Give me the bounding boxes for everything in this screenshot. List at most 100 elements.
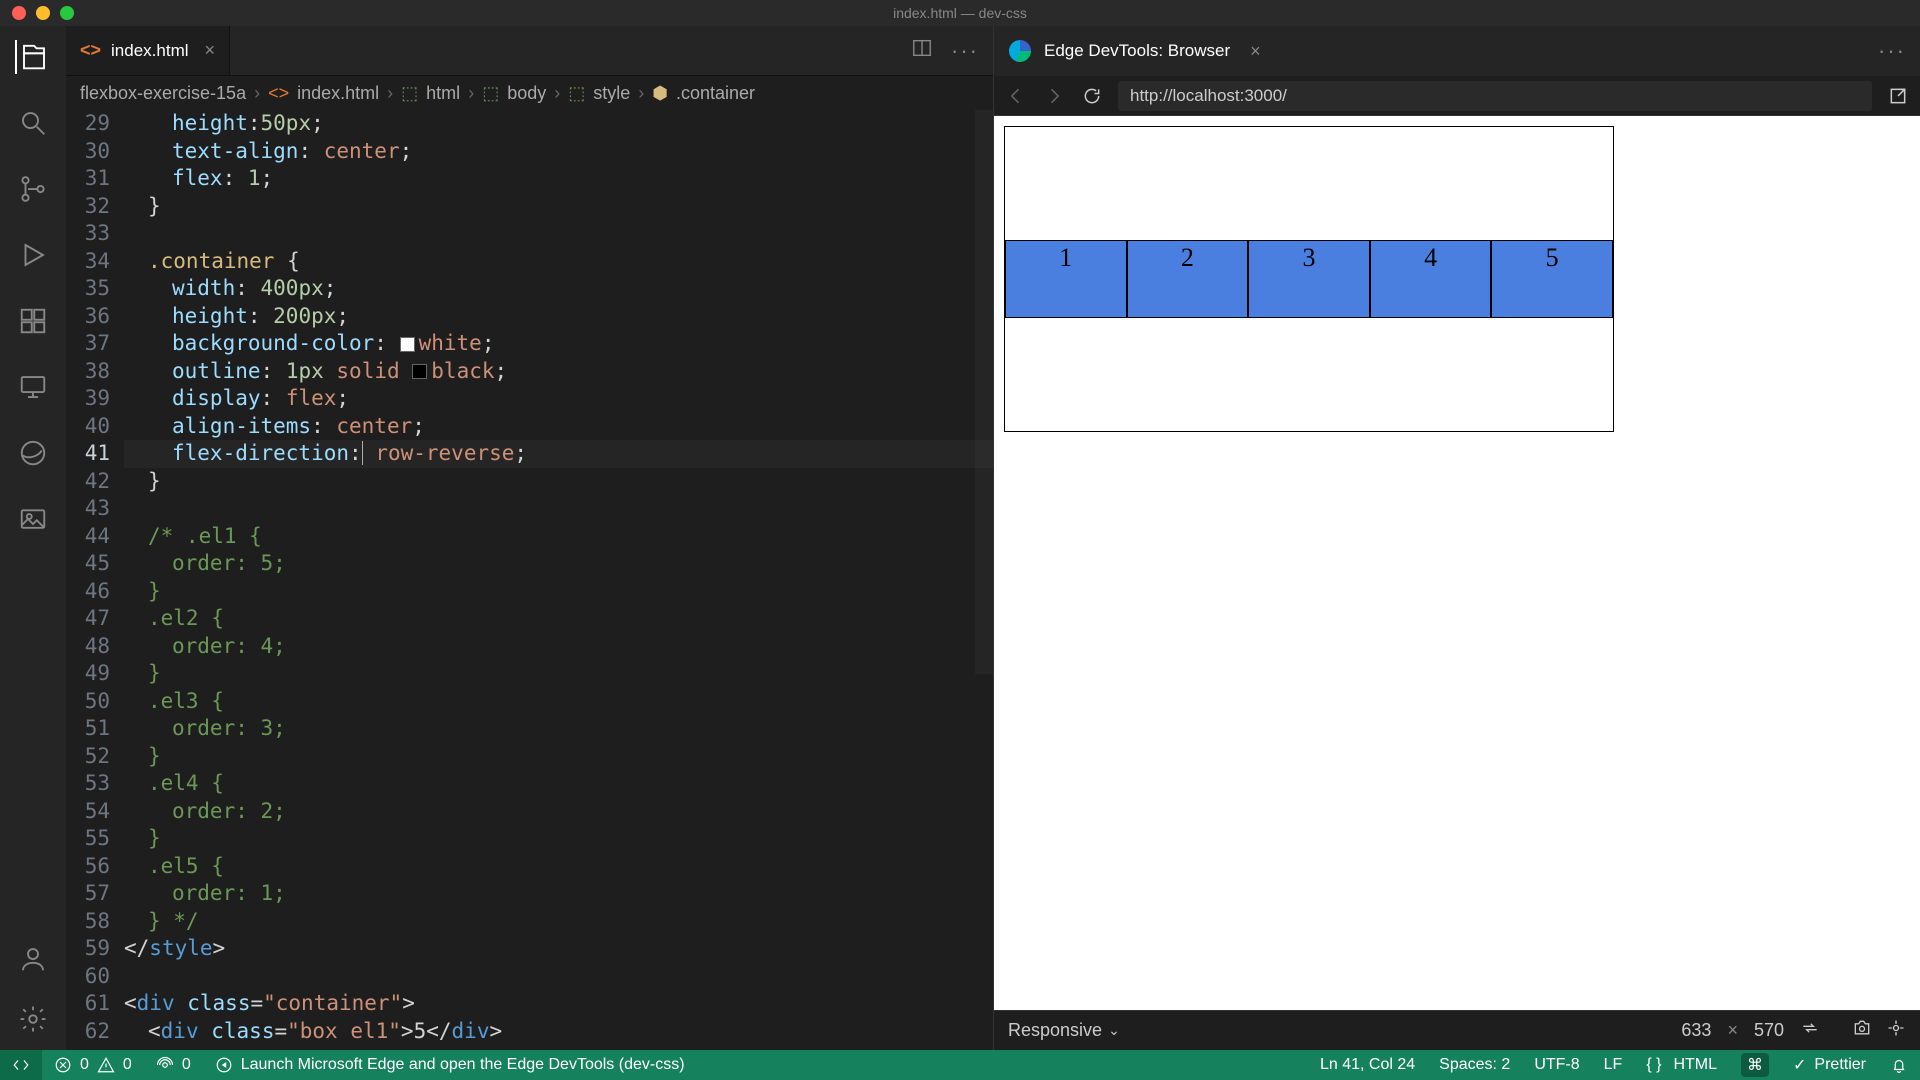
source-control-icon[interactable] (16, 172, 50, 206)
breadcrumb-style[interactable]: style (593, 83, 630, 104)
code-line[interactable]: display: flex; (124, 385, 993, 413)
traffic-close-icon[interactable] (12, 6, 26, 20)
search-icon[interactable] (16, 106, 50, 140)
forward-icon (1042, 84, 1066, 108)
line-number: 45 (66, 550, 110, 578)
viewport-width[interactable]: 633 (1681, 1020, 1711, 1041)
run-debug-icon[interactable] (16, 238, 50, 272)
indentation[interactable]: Spaces: 2 (1427, 1056, 1522, 1074)
breadcrumb-body[interactable]: body (507, 83, 546, 104)
preview-box: 4 (1370, 240, 1492, 318)
line-number: 43 (66, 495, 110, 523)
line-number: 60 (66, 963, 110, 991)
code-line[interactable]: order: 2; (124, 798, 993, 826)
encoding[interactable]: UTF-8 (1522, 1056, 1591, 1074)
language-mode[interactable]: { }HTML (1634, 1056, 1729, 1074)
code-line[interactable]: } (124, 578, 993, 606)
code-line[interactable]: height:50px; (124, 110, 993, 138)
preview-viewport[interactable]: 12345 (994, 116, 1920, 1010)
split-editor-icon[interactable] (911, 37, 933, 64)
breadcrumb-html[interactable]: html (426, 83, 460, 104)
code-content[interactable]: height:50px;text-align: center;flex: 1;}… (124, 110, 993, 1050)
minimap[interactable] (975, 110, 993, 674)
code-line[interactable]: } (124, 193, 993, 221)
line-number: 31 (66, 165, 110, 193)
code-line[interactable] (124, 220, 993, 248)
element-icon: ⬚ (482, 83, 499, 104)
code-line[interactable]: } (124, 743, 993, 771)
code-line[interactable]: order: 5; (124, 550, 993, 578)
code-line[interactable] (124, 495, 993, 523)
code-line[interactable]: order: 1; (124, 880, 993, 908)
problems-indicator[interactable]: 0 0 (42, 1056, 144, 1074)
code-line[interactable]: /* .el1 { (124, 523, 993, 551)
code-line[interactable]: height: 200px; (124, 303, 993, 331)
more-actions-icon[interactable]: ··· (1878, 38, 1906, 64)
chevron-right-icon: › (638, 83, 644, 104)
code-line[interactable]: width: 400px; (124, 275, 993, 303)
prettier-status[interactable]: ✓Prettier (1781, 1055, 1878, 1075)
viewport-height[interactable]: 570 (1754, 1020, 1784, 1041)
screenshot-icon[interactable] (1852, 1018, 1872, 1043)
url-input[interactable]: http://localhost:3000/ (1118, 81, 1872, 111)
traffic-zoom-icon[interactable] (60, 6, 74, 20)
code-line[interactable]: .el3 { (124, 688, 993, 716)
inspect-icon[interactable] (1886, 1018, 1906, 1043)
code-line[interactable]: <div class="container"> (124, 990, 993, 1018)
tab-index-html[interactable]: <> index.html × (66, 26, 230, 75)
tab-filename: index.html (111, 41, 188, 61)
traffic-minimize-icon[interactable] (36, 6, 50, 20)
code-editor[interactable]: 2930313233343536373839404142434445464748… (66, 110, 993, 1050)
line-number: 42 (66, 468, 110, 496)
copilot-status[interactable]: ⌘ (1729, 1053, 1781, 1077)
code-line[interactable]: outline: 1px solid black; (124, 358, 993, 386)
code-line[interactable]: .el4 { (124, 770, 993, 798)
code-line[interactable] (124, 963, 993, 991)
code-line[interactable]: order: 3; (124, 715, 993, 743)
close-icon[interactable]: × (205, 40, 216, 61)
remote-indicator[interactable] (0, 1050, 42, 1080)
tab-devtools[interactable]: Edge DevTools: Browser × ··· (994, 26, 1920, 76)
breadcrumb-project[interactable]: flexbox-exercise-15a (80, 83, 246, 104)
notifications-icon[interactable] (1878, 1056, 1920, 1074)
line-number: 46 (66, 578, 110, 606)
code-line[interactable]: .el2 { (124, 605, 993, 633)
rotate-icon[interactable] (1800, 1018, 1820, 1043)
code-line[interactable]: text-align: center; (124, 138, 993, 166)
breadcrumb[interactable]: flexbox-exercise-15a › <> index.html › ⬚… (66, 76, 993, 110)
code-line[interactable]: .el5 { (124, 853, 993, 881)
code-line[interactable]: } (124, 825, 993, 853)
explorer-icon[interactable] (15, 40, 49, 74)
status-message[interactable]: Launch Microsoft Edge and open the Edge … (203, 1056, 697, 1074)
code-line[interactable]: } (124, 660, 993, 688)
window-titlebar: index.html — dev-css (0, 0, 1920, 26)
code-line[interactable]: .container { (124, 248, 993, 276)
device-mode-select[interactable]: Responsive ⌄ (1008, 1020, 1120, 1041)
remote-explorer-icon[interactable] (16, 370, 50, 404)
more-actions-icon[interactable]: ··· (951, 38, 979, 64)
breadcrumb-selector[interactable]: .container (676, 83, 755, 104)
close-icon[interactable]: × (1250, 41, 1261, 62)
account-icon[interactable] (16, 942, 50, 976)
code-line[interactable]: </style> (124, 935, 993, 963)
settings-gear-icon[interactable] (16, 1002, 50, 1036)
extensions-icon[interactable] (16, 304, 50, 338)
code-line[interactable]: <div class="box el1">5</div> (124, 1018, 993, 1046)
preview-box: 3 (1248, 240, 1370, 318)
edge-tools-icon[interactable] (16, 436, 50, 470)
reload-icon[interactable] (1080, 84, 1104, 108)
cursor-position[interactable]: Ln 41, Col 24 (1308, 1056, 1427, 1074)
code-line[interactable]: flex-direction: row-reverse; (124, 440, 993, 468)
gallery-icon[interactable] (16, 502, 50, 536)
line-number: 53 (66, 770, 110, 798)
eol[interactable]: LF (1592, 1056, 1635, 1074)
code-line[interactable]: align-items: center; (124, 413, 993, 441)
popout-icon[interactable] (1886, 84, 1910, 108)
breadcrumb-file[interactable]: index.html (297, 83, 379, 104)
code-line[interactable]: } */ (124, 908, 993, 936)
code-line[interactable]: background-color: white; (124, 330, 993, 358)
code-line[interactable]: } (124, 468, 993, 496)
code-line[interactable]: flex: 1; (124, 165, 993, 193)
ports-indicator[interactable]: 0 (144, 1056, 203, 1074)
code-line[interactable]: order: 4; (124, 633, 993, 661)
